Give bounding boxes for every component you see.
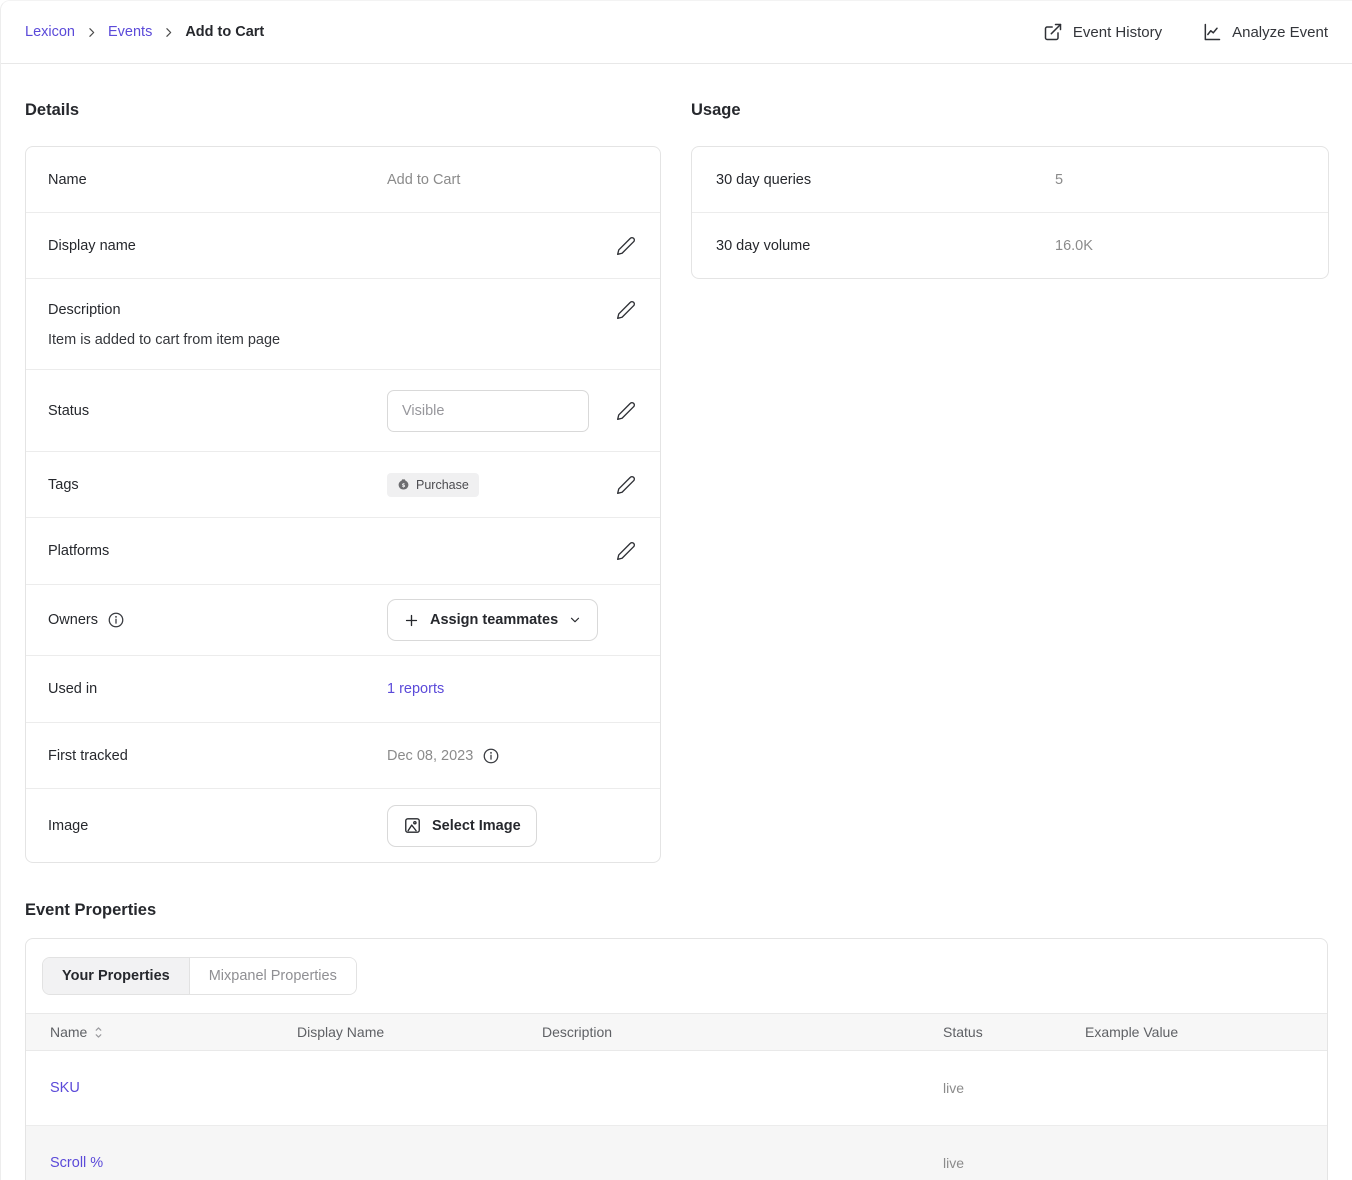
breadcrumb-lexicon[interactable]: Lexicon — [25, 24, 75, 40]
assign-teammates-label: Assign teammates — [430, 612, 558, 628]
first-tracked-label: First tracked — [48, 748, 387, 764]
detail-row-tags: Tags $ Purchase — [26, 451, 660, 517]
money-bag-icon: $ — [397, 478, 410, 491]
usage-section: Usage 30 day queries 5 30 day volume 16.… — [691, 64, 1329, 279]
details-section: Details Name Add to Cart Display name — [25, 64, 661, 863]
event-properties-section: Event Properties Your Properties Mixpane… — [25, 901, 1328, 1180]
detail-row-description: Description Item is added to cart from i… — [26, 278, 660, 369]
column-header-example-value: Example Value — [1085, 1024, 1303, 1040]
breadcrumb-current: Add to Cart — [185, 24, 264, 40]
details-card: Name Add to Cart Display name — [25, 146, 661, 863]
property-link[interactable]: SKU — [50, 1080, 297, 1096]
column-header-description: Description — [542, 1024, 943, 1040]
event-properties-card: Your Properties Mixpanel Properties Name… — [25, 938, 1328, 1180]
event-history-button[interactable]: Event History — [1043, 22, 1162, 42]
event-properties-title: Event Properties — [25, 901, 1328, 920]
pencil-icon — [616, 236, 636, 256]
image-icon — [403, 816, 422, 835]
usage-row-queries: 30 day queries 5 — [692, 147, 1328, 212]
details-title: Details — [25, 101, 661, 120]
property-link[interactable]: Scroll % — [50, 1155, 297, 1171]
description-text: Item is added to cart from item page — [48, 332, 638, 348]
usage-title: Usage — [691, 101, 1329, 120]
pencil-icon — [616, 300, 636, 320]
plus-icon — [403, 612, 420, 629]
property-status: live — [943, 1155, 1085, 1171]
usage-card: 30 day queries 5 30 day volume 16.0K — [691, 146, 1329, 279]
chevron-down-icon — [568, 613, 582, 627]
edit-display-name-button[interactable] — [614, 234, 638, 258]
owners-label: Owners — [48, 612, 98, 628]
line-chart-icon — [1202, 22, 1222, 42]
pencil-icon — [616, 475, 636, 495]
usage-row-volume: 30 day volume 16.0K — [692, 212, 1328, 278]
display-name-label: Display name — [48, 238, 387, 254]
external-link-icon — [1043, 22, 1063, 42]
tab-mixpanel-properties[interactable]: Mixpanel Properties — [190, 958, 356, 994]
queries-value: 5 — [1055, 172, 1063, 188]
analyze-event-label: Analyze Event — [1232, 24, 1328, 41]
column-header-name[interactable]: Name — [50, 1024, 297, 1040]
table-row[interactable]: Scroll % live — [26, 1125, 1327, 1180]
name-label: Name — [48, 172, 387, 188]
properties-tabs: Your Properties Mixpanel Properties — [42, 957, 357, 995]
breadcrumb: Lexicon Events Add to Cart — [25, 24, 264, 40]
edit-description-button[interactable] — [614, 298, 638, 322]
lexicon-event-page: Lexicon Events Add to Cart Event History — [0, 0, 1352, 1180]
status-select[interactable]: Visible — [387, 390, 589, 432]
platforms-label: Platforms — [48, 543, 387, 559]
pencil-icon — [616, 401, 636, 421]
status-label: Status — [48, 403, 387, 419]
info-icon[interactable] — [107, 611, 125, 629]
svg-text:$: $ — [402, 483, 406, 489]
chevron-right-icon — [85, 26, 98, 39]
detail-row-first-tracked: First tracked Dec 08, 2023 — [26, 722, 660, 788]
edit-status-button[interactable] — [614, 399, 638, 423]
properties-table-header: Name Display Name Description Status Exa… — [26, 1013, 1327, 1051]
image-label: Image — [48, 818, 387, 834]
first-tracked-value: Dec 08, 2023 — [387, 748, 473, 764]
column-header-display-name: Display Name — [297, 1024, 542, 1040]
tab-your-properties[interactable]: Your Properties — [43, 958, 190, 994]
main-content: Details Name Add to Cart Display name — [1, 64, 1352, 1180]
pencil-icon — [616, 541, 636, 561]
table-row[interactable]: SKU live — [26, 1051, 1327, 1125]
tags-label: Tags — [48, 477, 387, 493]
description-label: Description — [48, 302, 387, 318]
chevron-right-icon — [162, 26, 175, 39]
tag-label: Purchase — [416, 478, 469, 492]
name-column-label: Name — [50, 1024, 87, 1040]
select-image-label: Select Image — [432, 818, 521, 834]
detail-row-platforms: Platforms — [26, 517, 660, 584]
detail-row-owners: Owners Assign teammates — [26, 584, 660, 655]
edit-platforms-button[interactable] — [614, 539, 638, 563]
volume-value: 16.0K — [1055, 238, 1093, 254]
assign-teammates-button[interactable]: Assign teammates — [387, 599, 598, 641]
detail-row-image: Image Select Image — [26, 788, 660, 862]
header-actions: Event History Analyze Event — [1043, 22, 1328, 42]
breadcrumb-events[interactable]: Events — [108, 24, 152, 40]
property-status: live — [943, 1080, 1085, 1096]
sort-icon — [93, 1026, 104, 1039]
queries-label: 30 day queries — [716, 172, 1055, 188]
detail-row-status: Status Visible — [26, 369, 660, 451]
detail-row-used-in: Used in 1 reports — [26, 655, 660, 722]
used-in-label: Used in — [48, 681, 387, 697]
select-image-button[interactable]: Select Image — [387, 805, 537, 847]
analyze-event-button[interactable]: Analyze Event — [1202, 22, 1328, 42]
volume-label: 30 day volume — [716, 238, 1055, 254]
edit-tags-button[interactable] — [614, 473, 638, 497]
column-header-status: Status — [943, 1024, 1085, 1040]
info-icon[interactable] — [482, 747, 500, 765]
topbar: Lexicon Events Add to Cart Event History — [1, 1, 1352, 64]
detail-row-name: Name Add to Cart — [26, 147, 660, 212]
name-value: Add to Cart — [387, 172, 460, 188]
tag-purchase[interactable]: $ Purchase — [387, 473, 479, 497]
detail-row-display-name: Display name — [26, 212, 660, 278]
used-in-reports-link[interactable]: 1 reports — [387, 681, 444, 697]
event-history-label: Event History — [1073, 24, 1162, 41]
status-value: Visible — [402, 403, 444, 419]
